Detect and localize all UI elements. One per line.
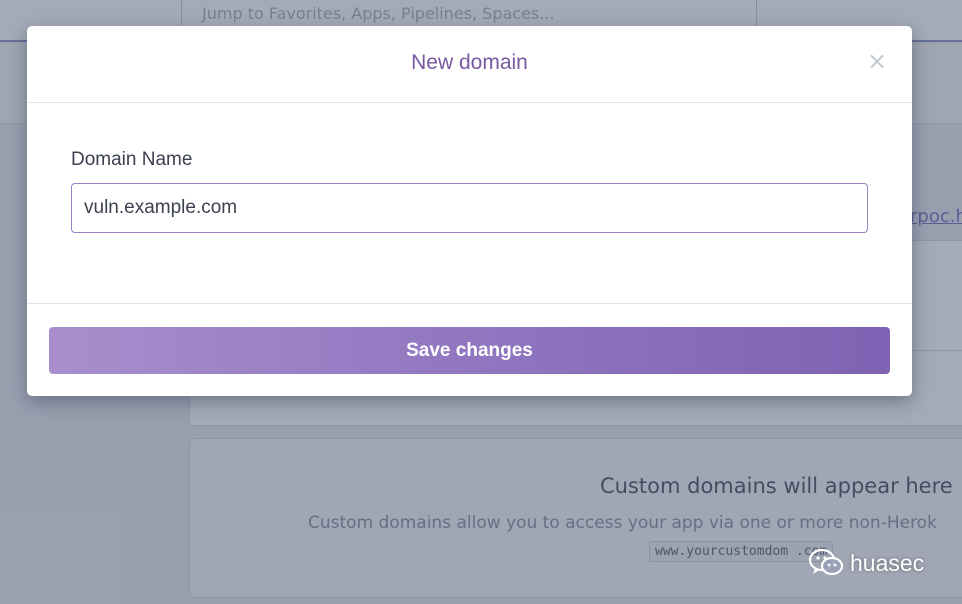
new-domain-modal: New domain × Domain Name Save changes [27,26,912,396]
domain-name-input[interactable] [71,183,868,233]
save-changes-button[interactable]: Save changes [49,327,890,374]
domain-name-label: Domain Name [71,149,193,170]
watermark: huasec [808,546,924,580]
modal-header: New domain × [27,26,912,103]
modal-footer: Save changes [27,304,912,396]
modal-title: New domain [411,51,528,74]
modal-body: Domain Name [27,103,912,304]
close-icon[interactable]: × [866,48,888,74]
wechat-icon [808,548,844,576]
watermark-text: huasec [850,549,925,576]
